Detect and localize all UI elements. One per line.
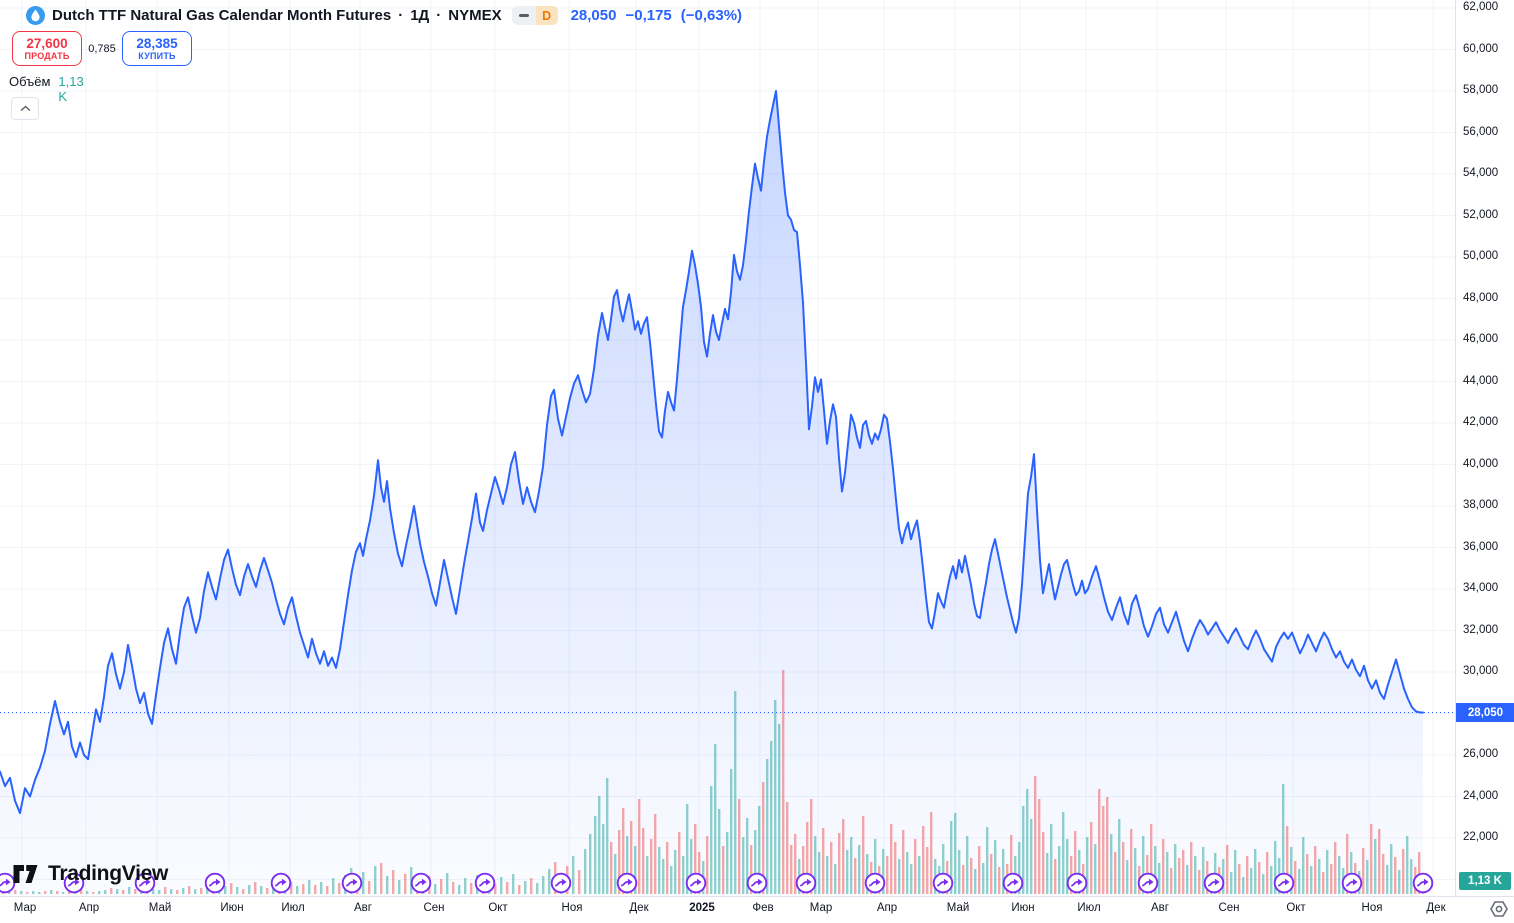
price-axis-label: 54,000 — [1463, 167, 1499, 179]
buy-price: 28,385 — [136, 35, 178, 51]
title-separator: · — [398, 7, 404, 24]
price-axis-label: 26,000 — [1463, 748, 1499, 760]
price-axis-label: 40,000 — [1463, 457, 1499, 470]
contract-rollover-icon[interactable] — [1203, 872, 1225, 894]
contract-rollover-icon[interactable] — [864, 872, 886, 894]
contract-rollover-icon[interactable] — [616, 872, 638, 894]
price-info: 28,050 −0,175 (−0,63%) — [571, 7, 742, 24]
price-axis-label: 36,000 — [1463, 540, 1499, 553]
tradingview-watermark: TradingView — [12, 862, 168, 886]
time-axis-label: Сен — [423, 902, 445, 914]
contract-rollover-icon[interactable] — [270, 872, 292, 894]
tradingview-logo-icon — [13, 865, 38, 883]
time-axis-label: Июн — [1011, 902, 1035, 914]
contract-rollover-icon[interactable] — [1066, 872, 1088, 894]
sell-label: ПРОДАТЬ — [24, 51, 70, 62]
volume-value-badge: 1,13 K — [1459, 872, 1511, 890]
chevron-up-icon — [20, 105, 30, 112]
tradingview-watermark-text: TradingView — [48, 862, 169, 885]
interval-label[interactable]: 1Д — [410, 7, 429, 24]
time-axis-label: Май — [148, 902, 172, 914]
contract-rollover-icon[interactable] — [932, 872, 954, 894]
time-axis-label: Фев — [752, 902, 774, 914]
time-axis-label: Июл — [1077, 902, 1101, 914]
time-axis-label: Сен — [1218, 902, 1240, 914]
time-axis-label: Авг — [354, 902, 372, 914]
last-price-value: 28,050 — [570, 7, 617, 24]
time-axis-label: Окт — [1286, 902, 1306, 914]
price-change-percent: (−0,63%) — [680, 7, 743, 24]
trade-panel: 27,600 ПРОДАТЬ 0,785 28,385 КУПИТЬ — [12, 31, 192, 66]
contract-rollover-icon[interactable] — [1137, 872, 1159, 894]
time-axis-label: Июл — [281, 902, 305, 914]
contract-rollover-icon[interactable] — [410, 872, 432, 894]
buy-button[interactable]: 28,385 КУПИТЬ — [122, 31, 192, 66]
spread-value: 0,785 — [88, 42, 116, 55]
price-scale[interactable]: 62,000 60,000 58,000 56,000 54,000 52,000 50,0… — [1455, 0, 1514, 922]
time-axis-label: 2025 — [689, 902, 715, 914]
price-axis-label: 24,000 — [1463, 789, 1499, 802]
time-axis-label: Май — [946, 902, 970, 914]
price-area-fill — [0, 91, 1423, 896]
price-axis-label: 58,000 — [1463, 84, 1499, 96]
price-axis-label: 46,000 — [1463, 333, 1499, 345]
time-axis-label: Авг — [1151, 902, 1169, 914]
price-change: −0,175 — [625, 7, 672, 24]
last-price-badge: 28,050 — [1456, 703, 1514, 722]
contract-rollover-icon[interactable] — [1412, 872, 1434, 894]
price-axis-label: 48,000 — [1463, 291, 1499, 304]
time-axis-label: Ноя — [561, 902, 583, 914]
buy-label: КУПИТЬ — [138, 51, 176, 62]
sell-price: 27,600 — [26, 35, 68, 51]
price-axis-label: 38,000 — [1463, 499, 1499, 511]
symbol-logo-icon — [26, 6, 45, 25]
time-axis-label: Апр — [78, 902, 100, 914]
price-axis-label: 50,000 — [1463, 250, 1499, 262]
price-axis-label: 62,000 — [1463, 1, 1499, 13]
time-axis-label: Июн — [220, 902, 244, 914]
price-axis-label: 34,000 — [1463, 582, 1499, 594]
price-axis-label: 42,000 — [1463, 416, 1499, 428]
time-axis-label: Ноя — [1361, 902, 1383, 914]
contract-rollover-icon[interactable] — [550, 872, 572, 894]
sell-button[interactable]: 27,600 ПРОДАТЬ — [12, 31, 82, 66]
price-axis-label: 44,000 — [1463, 374, 1499, 387]
symbol-title[interactable]: Dutch TTF Natural Gas Calendar Month Fut… — [52, 7, 391, 24]
collapse-legend-button[interactable] — [11, 97, 39, 120]
time-axis-label: Окт — [488, 902, 508, 914]
contract-rollover-icon[interactable] — [1341, 872, 1363, 894]
contract-rollover-icon[interactable] — [204, 872, 226, 894]
symbol-title-row: Dutch TTF Natural Gas Calendar Month Fut… — [26, 6, 742, 25]
scale-settings-icon — [1490, 901, 1508, 917]
price-chart-canvas[interactable] — [0, 0, 1455, 896]
minus-icon — [511, 6, 536, 25]
price-axis-label: 30,000 — [1463, 665, 1499, 677]
time-axis-label: Мар — [13, 902, 37, 914]
interval-badge[interactable]: D — [511, 6, 558, 25]
time-axis-label: Апр — [876, 902, 898, 914]
contract-rollover-icon[interactable] — [746, 872, 768, 894]
time-axis-label: Мар — [809, 902, 833, 914]
contract-rollover-icon[interactable] — [685, 872, 707, 894]
contract-rollover-icon[interactable] — [1002, 872, 1024, 894]
exchange-label[interactable]: NYMEX — [448, 7, 501, 24]
contract-rollover-icon[interactable] — [341, 872, 363, 894]
contract-rollover-icon[interactable] — [474, 872, 496, 894]
time-axis-label: Дек — [1426, 902, 1446, 914]
time-axis-label: Дек — [629, 902, 649, 914]
price-axis-label: 22,000 — [1463, 831, 1499, 843]
price-axis-label: 32,000 — [1463, 623, 1499, 636]
daily-interval-letter: D — [535, 6, 558, 25]
price-axis-label: 60,000 — [1463, 42, 1499, 55]
volume-value: 1,13 K — [58, 74, 84, 104]
contract-rollover-icon[interactable] — [1273, 872, 1295, 894]
contract-rollover-icon[interactable] — [795, 872, 817, 894]
title-separator: · — [436, 7, 442, 24]
price-axis-label: 56,000 — [1463, 125, 1499, 138]
time-scale[interactable]: Мар Апр Май Июн Июл Авг Сен Окт Ноя Дек 2025 Фев Мар… — [0, 896, 1514, 923]
trading-chart-app: TradingView 62,000 60,000 58,000 56,000 54,0… — [0, 0, 1514, 923]
scale-settings-button[interactable] — [1487, 899, 1511, 919]
price-axis-label: 52,000 — [1463, 208, 1499, 221]
